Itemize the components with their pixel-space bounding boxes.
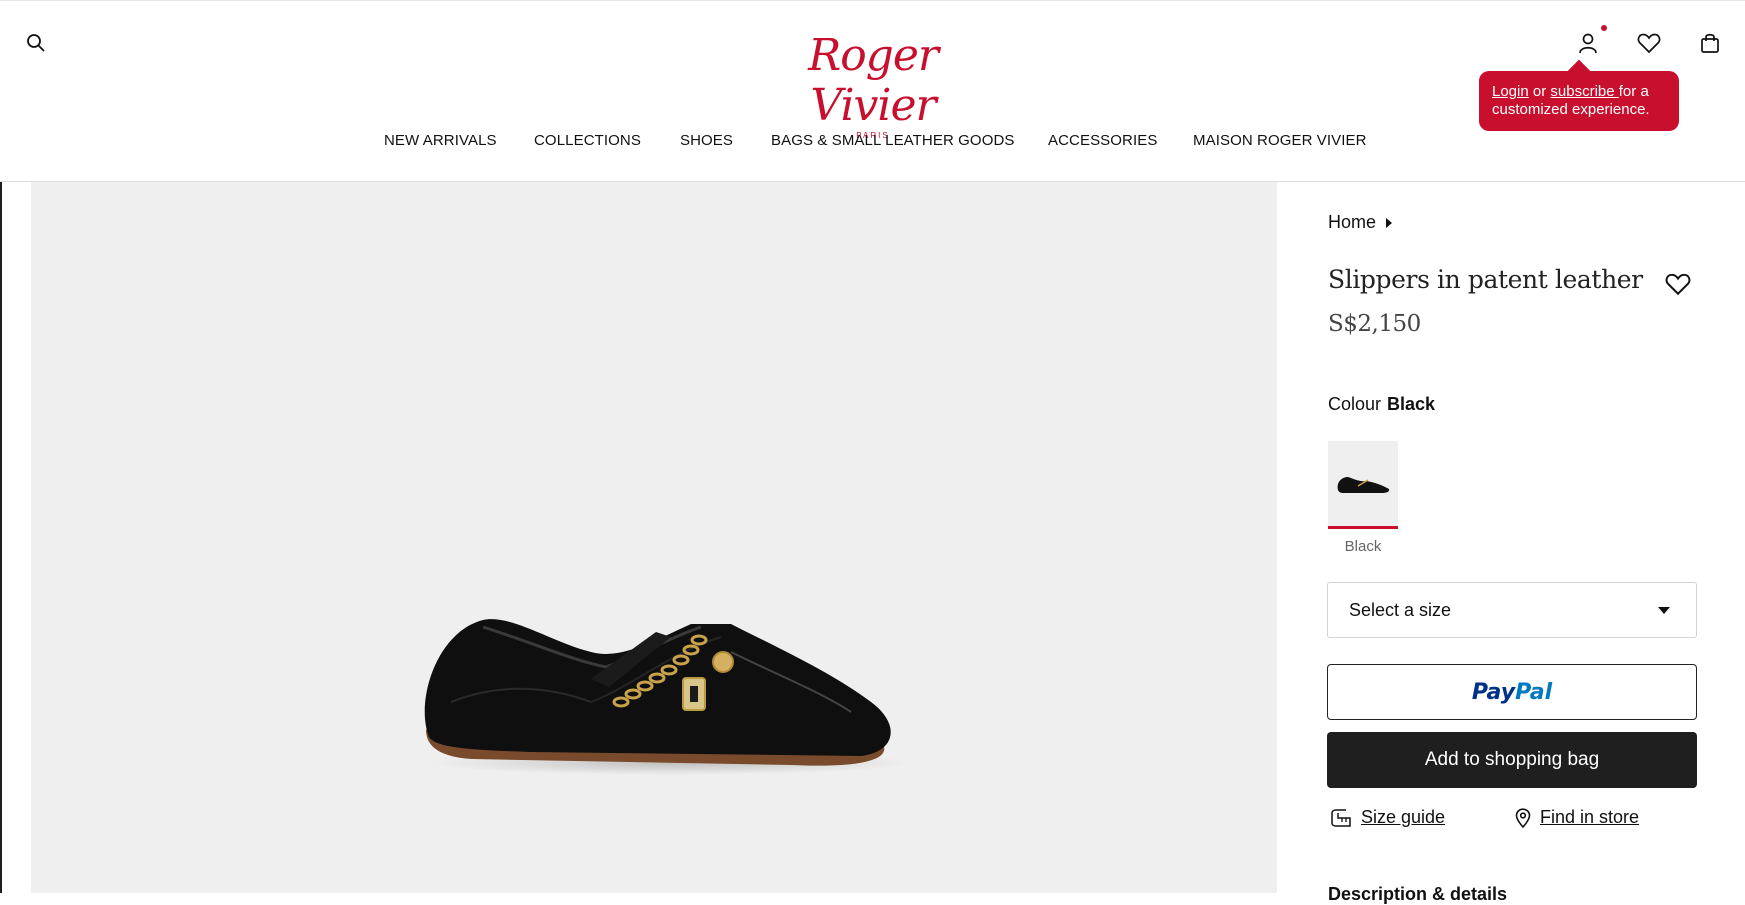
- main-nav: NEW ARRIVALS COLLECTIONS SHOES BAGS & SM…: [0, 132, 1745, 152]
- find-in-store-label: Find in store: [1540, 807, 1640, 827]
- nav-accessories[interactable]: ACCESSORIES: [1048, 132, 1157, 149]
- size-select[interactable]: Select a size: [1327, 582, 1697, 638]
- paypal-pay: Pay: [1471, 679, 1516, 705]
- description-heading[interactable]: Description & details: [1328, 884, 1507, 905]
- colour-row: Colour Black: [1328, 394, 1435, 415]
- product-price: S$2,150: [1328, 311, 1421, 337]
- find-in-store-link[interactable]: Find in store: [1515, 807, 1639, 828]
- size-guide-link[interactable]: Size guide: [1330, 807, 1445, 828]
- heart-icon[interactable]: [1633, 27, 1665, 59]
- search-icon[interactable]: [20, 27, 52, 59]
- slipper-illustration: [424, 619, 911, 775]
- user-icon[interactable]: [1572, 27, 1604, 59]
- shopping-bag-icon[interactable]: [1694, 27, 1726, 59]
- paypal-pal: Pal: [1515, 679, 1553, 705]
- notification-dot: [1601, 25, 1607, 31]
- size-select-placeholder: Select a size: [1349, 599, 1452, 620]
- colour-label: Colour: [1328, 394, 1382, 414]
- subscribe-link[interactable]: subscribe: [1550, 83, 1618, 100]
- swatch-thumbnail: [1328, 441, 1398, 529]
- add-to-bag-button[interactable]: Add to shopping bag: [1327, 732, 1697, 788]
- login-tooltip: Login or subscribe for a customized expe…: [1479, 71, 1679, 131]
- brand-wordmark: Roger Vivier: [808, 30, 939, 131]
- left-border: [0, 182, 2, 893]
- colour-value: Black: [1387, 394, 1436, 414]
- paypal-button[interactable]: Pay Pal: [1327, 664, 1697, 720]
- site-header: Roger Vivier PARIS Login or subscribe fo…: [0, 0, 1745, 182]
- nav-collections[interactable]: COLLECTIONS: [534, 132, 641, 149]
- size-guide-label: Size guide: [1361, 807, 1446, 827]
- nav-maison[interactable]: MAISON ROGER VIVIER: [1193, 132, 1367, 149]
- product-details: Home Slippers in patent leather S$2,150 …: [1277, 182, 1745, 904]
- add-to-wishlist-icon[interactable]: [1665, 272, 1691, 301]
- nav-shoes[interactable]: SHOES: [680, 132, 733, 149]
- chevron-right-icon: [1386, 217, 1393, 228]
- location-pin-icon: [1515, 807, 1531, 828]
- nav-bags[interactable]: BAGS & SMALL LEATHER GOODS: [771, 132, 1015, 149]
- breadcrumb: Home: [1328, 212, 1393, 233]
- swatch-label: Black: [1344, 538, 1382, 555]
- colour-swatch-black[interactable]: [1328, 441, 1398, 535]
- ruler-icon: [1331, 808, 1351, 827]
- breadcrumb-home[interactable]: Home: [1328, 212, 1376, 233]
- login-link[interactable]: Login: [1492, 83, 1529, 100]
- tooltip-or: or: [1528, 83, 1551, 100]
- nav-new-arrivals[interactable]: NEW ARRIVALS: [384, 132, 497, 149]
- product-image[interactable]: [31, 182, 1277, 893]
- caret-down-icon: [1658, 607, 1670, 614]
- product-title: Slippers in patent leather: [1328, 265, 1643, 294]
- brand-logo[interactable]: Roger Vivier PARIS: [748, 30, 998, 141]
